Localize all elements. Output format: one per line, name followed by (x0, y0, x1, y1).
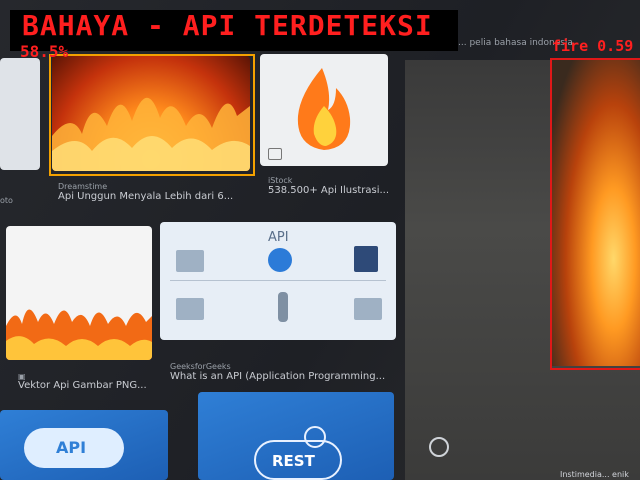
result-image-cloud-api[interactable]: API (0, 410, 168, 480)
result-title-2[interactable]: 538.500+ Api Ilustrasi... (268, 185, 389, 196)
rest-label: REST (272, 452, 315, 470)
gear-icon (268, 248, 292, 272)
result-source-2: iStock (268, 176, 293, 185)
vector-flames-graphic (6, 309, 152, 360)
result-title-3[interactable]: Vektor Api Gambar PNG... (18, 380, 147, 391)
gear-icon-rest (304, 426, 326, 448)
result-title-1[interactable]: Api Unggun Menyala Lebih dari 6... (58, 191, 233, 202)
preview-action-icon[interactable] (429, 437, 449, 457)
api-diagram-divider (170, 280, 386, 281)
result-source-4: GeeksforGeeks (170, 362, 231, 371)
partial-image-card[interactable] (0, 58, 40, 170)
result-source-1: Dreamstime (58, 182, 108, 191)
result-title-4[interactable]: What is an API (Application Programming.… (170, 371, 385, 382)
alert-confidence: 58.5% (20, 42, 69, 61)
alert-banner-text: BAHAYA - API TERDETEKSI (22, 9, 433, 42)
result-image-fire-vector[interactable] (6, 226, 152, 360)
server-icon (176, 250, 204, 272)
detection-box-orange (49, 54, 255, 176)
database-icon (354, 246, 378, 272)
detection-label-fire: fire 0.59 (552, 37, 634, 55)
partial-card-caption: oto (0, 196, 13, 205)
result-image-rest-api[interactable]: REST (198, 392, 394, 480)
result-image-api-diagram[interactable]: API (160, 222, 396, 340)
result-image-fire-emoji[interactable] (260, 54, 388, 166)
thumbnail-badge-icon (268, 148, 282, 160)
detection-box-fire (550, 58, 640, 370)
server-icon-2 (176, 298, 204, 320)
bottom-caption: Instimedia... enik (560, 470, 629, 479)
cloud-api-label: API (56, 438, 87, 457)
api-diagram-title: API (268, 230, 289, 245)
server-icon-3 (354, 298, 382, 320)
person-icon (278, 292, 288, 322)
